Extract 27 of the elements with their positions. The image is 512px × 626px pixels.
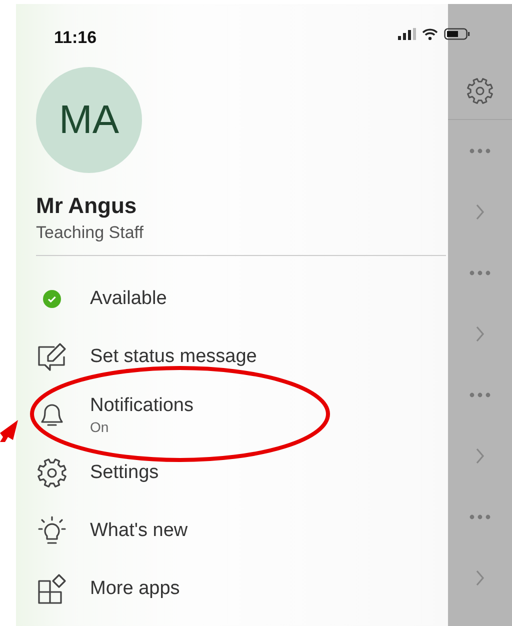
chevron-icon[interactable]	[475, 446, 485, 464]
chevron-icon[interactable]	[475, 202, 485, 220]
menu-item[interactable]: More apps	[90, 578, 180, 600]
edit-icon	[36, 341, 68, 373]
menu-item-status: On	[90, 419, 109, 435]
signal-icon	[398, 28, 416, 40]
apps-icon	[36, 573, 68, 605]
lightbulb-icon	[36, 515, 68, 547]
profile-name: Mr Angus	[36, 193, 137, 219]
chevron-icon[interactable]	[475, 324, 485, 342]
settings-icon	[36, 457, 68, 489]
more-icon[interactable]	[469, 270, 491, 276]
battery-icon	[444, 28, 470, 40]
status-time: 11:16	[54, 28, 97, 48]
avatar[interactable]: MA	[36, 67, 142, 173]
menu-item[interactable]: Settings	[90, 462, 159, 484]
settings-icon[interactable]	[466, 77, 494, 105]
profile-role: Teaching Staff	[36, 223, 144, 243]
more-icon[interactable]	[469, 148, 491, 154]
menu-item[interactable]: Set status message	[90, 346, 257, 368]
more-icon[interactable]	[469, 514, 491, 520]
wifi-icon	[422, 28, 438, 40]
menu-item[interactable]: Available	[90, 288, 167, 310]
menu-item[interactable]: Notifications	[90, 395, 194, 417]
more-icon[interactable]	[469, 392, 491, 398]
menu-item[interactable]: What's new	[90, 520, 188, 542]
chevron-icon[interactable]	[475, 568, 485, 586]
